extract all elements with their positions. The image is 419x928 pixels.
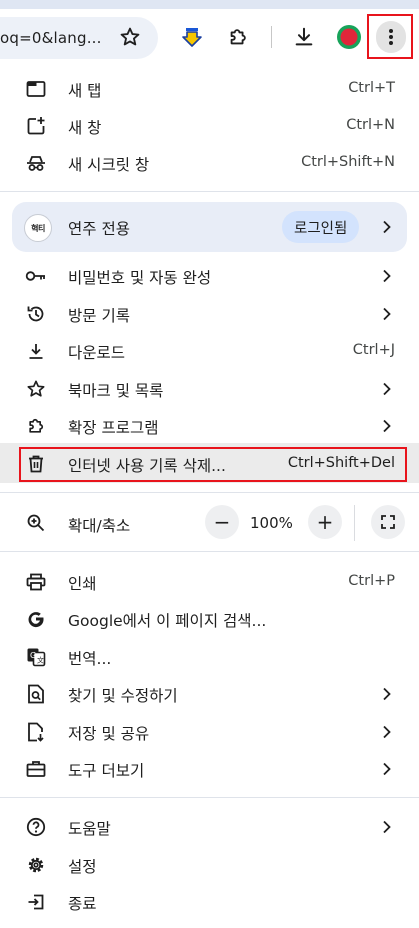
menu-divider [0, 551, 419, 552]
chevron-right-icon [383, 725, 391, 739]
fullscreen-button[interactable] [371, 505, 405, 539]
save-share-icon [25, 721, 47, 743]
save-share-label: 저장 및 공유 [68, 725, 150, 743]
menu-item-passwords[interactable]: 비밀번호 및 자동 완성 [0, 257, 419, 294]
svg-text:G: G [30, 651, 36, 660]
chevron-right-icon [383, 307, 391, 321]
profile-avatar-icon[interactable] [335, 23, 363, 51]
chevron-right-icon [383, 419, 391, 433]
download-icon [25, 340, 47, 362]
download-arrow-extension-icon[interactable] [178, 23, 206, 51]
exit-label: 종료 [68, 895, 97, 913]
svg-text:文: 文 [37, 656, 44, 665]
menu-divider [0, 191, 419, 192]
star-icon [25, 378, 47, 400]
menu-item-settings[interactable]: 설정 [0, 846, 419, 883]
translate-label: 번역... [68, 650, 112, 668]
more-tools-label: 도구 더보기 [68, 762, 145, 780]
bookmarks-label: 북마크 및 목록 [68, 382, 164, 400]
menu-item-bookmarks[interactable]: 북마크 및 목록 [0, 370, 419, 407]
gear-icon [25, 854, 47, 876]
chevron-right-icon [383, 820, 391, 834]
new-incognito-label: 새 시크릿 창 [68, 156, 150, 174]
chevron-right-icon [383, 220, 391, 234]
new-tab-label: 새 탭 [68, 82, 102, 100]
find-edit-label: 찾기 및 수정하기 [68, 687, 178, 705]
chevron-right-icon [383, 762, 391, 776]
zoom-out-button[interactable]: − [205, 505, 239, 539]
profile-name: 연주 전용 [68, 220, 130, 238]
chevron-right-icon [383, 687, 391, 701]
zoom-label: 확대/축소 [68, 517, 131, 535]
browser-toolbar: oq=0&lang... [0, 0, 419, 70]
new-tab-shortcut: Ctrl+T [348, 80, 395, 96]
toolbar-divider [271, 26, 272, 48]
search-page-label: Google에서 이 페이지 검색... [68, 612, 267, 630]
translate-icon: G文 [25, 646, 47, 668]
fullscreen-icon [381, 515, 395, 529]
menu-item-extensions[interactable]: 확장 프로그램 [0, 407, 419, 444]
puzzle-icon [25, 415, 47, 437]
signed-in-badge[interactable]: 로그인됨 [282, 211, 360, 243]
profile-row[interactable]: 혁티 연주 전용 로그인됨 [12, 202, 407, 252]
menu-divider [0, 492, 419, 493]
incognito-icon [25, 152, 47, 174]
help-label: 도움말 [68, 820, 111, 838]
downloads-label: 다운로드 [68, 344, 126, 362]
tab-strip [0, 0, 419, 9]
new-window-shortcut: Ctrl+N [346, 117, 395, 133]
menu-item-history[interactable]: 방문 기록 [0, 295, 419, 332]
menu-item-save-share[interactable]: 저장 및 공유 [0, 713, 419, 750]
help-icon [25, 816, 47, 838]
menu-item-downloads[interactable]: 다운로드 Ctrl+J [0, 332, 419, 369]
menu-item-search-page[interactable]: Google에서 이 페이지 검색... [0, 600, 419, 637]
chevron-right-icon [383, 382, 391, 396]
zoom-icon [25, 512, 47, 534]
extensions-puzzle-icon[interactable] [224, 23, 252, 51]
print-shortcut: Ctrl+P [348, 573, 395, 589]
new-window-label: 새 창 [68, 119, 102, 137]
new-incognito-shortcut: Ctrl+Shift+N [301, 154, 395, 170]
extensions-label: 확장 프로그램 [68, 419, 159, 437]
chrome-main-menu: 새 탭 Ctrl+T 새 창 Ctrl+N 새 시크릿 창 Ctrl+Shift… [0, 70, 419, 928]
menu-item-new-incognito[interactable]: 새 시크릿 창 Ctrl+Shift+N [0, 144, 419, 181]
bookmark-star-icon[interactable] [116, 23, 144, 51]
exit-icon [25, 891, 47, 913]
clear-data-highlight-box [19, 447, 407, 482]
address-text[interactable]: oq=0&lang... [0, 29, 102, 47]
minus-icon: − [213, 510, 231, 534]
toolbox-icon [25, 758, 47, 780]
downloads-icon[interactable] [290, 23, 318, 51]
google-g-icon [25, 608, 47, 630]
zoom-divider [354, 505, 355, 541]
downloads-shortcut: Ctrl+J [352, 342, 395, 358]
history-label: 방문 기록 [68, 307, 130, 325]
menu-item-find-edit[interactable]: 찾기 및 수정하기 [0, 675, 419, 712]
key-icon [25, 265, 47, 287]
menu-item-more-tools[interactable]: 도구 더보기 [0, 750, 419, 787]
chevron-right-icon [383, 269, 391, 283]
menu-item-new-window[interactable]: 새 창 Ctrl+N [0, 107, 419, 144]
zoom-row: 확대/축소 − 100% + [0, 503, 419, 543]
settings-label: 설정 [68, 858, 97, 876]
menu-item-exit[interactable]: 종료 [0, 883, 419, 920]
zoom-value: 100% [250, 514, 293, 532]
menu-item-print[interactable]: 인쇄 Ctrl+P [0, 563, 419, 600]
zoom-in-button[interactable]: + [308, 505, 342, 539]
menu-item-new-tab[interactable]: 새 탭 Ctrl+T [0, 70, 419, 107]
find-in-page-icon [25, 683, 47, 705]
print-label: 인쇄 [68, 575, 97, 593]
menu-item-help[interactable]: 도움말 [0, 808, 419, 845]
printer-icon [25, 571, 47, 593]
plus-icon: + [316, 510, 334, 534]
new-window-icon [25, 115, 47, 137]
menu-divider [0, 797, 419, 798]
passwords-label: 비밀번호 및 자동 완성 [68, 269, 212, 287]
history-icon [25, 303, 47, 325]
new-tab-icon [25, 78, 47, 100]
menu-item-translate[interactable]: G文 번역... [0, 638, 419, 675]
kebab-highlight-box [367, 14, 413, 59]
profile-avatar: 혁티 [24, 214, 52, 242]
